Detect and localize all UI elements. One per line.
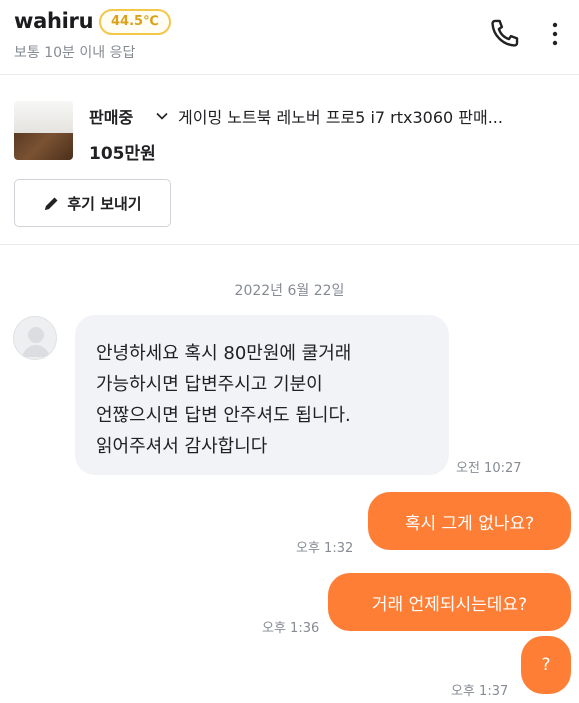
seller-avatar[interactable] [13, 316, 57, 360]
message-line: 안녕하세요 혹시 80만원에 쿨거래 [96, 343, 352, 364]
manner-temperature-badge[interactable]: 44.5℃ [99, 9, 171, 35]
message-line: 읽어주셔서 감사합니다 [96, 436, 268, 457]
outgoing-message-bubble[interactable]: 혹시 그게 없나요? [368, 492, 571, 550]
product-thumbnail[interactable] [14, 101, 73, 160]
product-card[interactable]: 판매중 게이밍 노트북 레노버 프로5 i7 rtx3060 판매... 105… [0, 75, 579, 245]
send-review-label: 후기 보내기 [67, 194, 142, 213]
incoming-message-bubble[interactable]: 안녕하세요 혹시 80만원에 쿨거래 가능하시면 답변주시고 기분이 언짢으시면… [75, 315, 449, 475]
seller-username[interactable]: wahiru [14, 9, 94, 33]
pencil-icon [45, 197, 58, 210]
default-profile-icon [22, 327, 50, 357]
message-timestamp: 오후 1:32 [296, 541, 354, 556]
message-line: 언짢으시면 답변 안주셔도 됩니다. [96, 405, 351, 426]
phone-icon[interactable] [488, 16, 522, 50]
thumbnail-screen [14, 101, 73, 133]
chat-header: wahiru 44.5℃ 보통 10분 이내 응답 [0, 0, 579, 74]
chevron-down-icon[interactable] [155, 111, 169, 121]
product-price: 105만원 [89, 144, 156, 164]
sale-status-dropdown[interactable]: 판매중 [89, 104, 133, 128]
more-vertical-icon[interactable] [546, 19, 564, 49]
product-title[interactable]: 게이밍 노트북 레노버 프로5 i7 rtx3060 판매... [178, 104, 573, 128]
message-timestamp: 오후 1:37 [451, 684, 509, 699]
product-divider [0, 244, 579, 245]
response-time-text: 보통 10분 이내 응답 [14, 45, 136, 61]
thumbnail-desk [14, 133, 73, 160]
date-separator: 2022년 6월 22일 [234, 283, 345, 299]
message-timestamp: 오전 10:27 [456, 461, 522, 476]
message-line: 가능하시면 답변주시고 기분이 [96, 374, 323, 395]
outgoing-message-bubble[interactable]: ? [521, 636, 571, 694]
message-timestamp: 오후 1:36 [262, 621, 320, 636]
outgoing-message-bubble[interactable]: 거래 언제되시는데요? [328, 573, 571, 631]
send-review-button[interactable]: 후기 보내기 [14, 179, 171, 227]
